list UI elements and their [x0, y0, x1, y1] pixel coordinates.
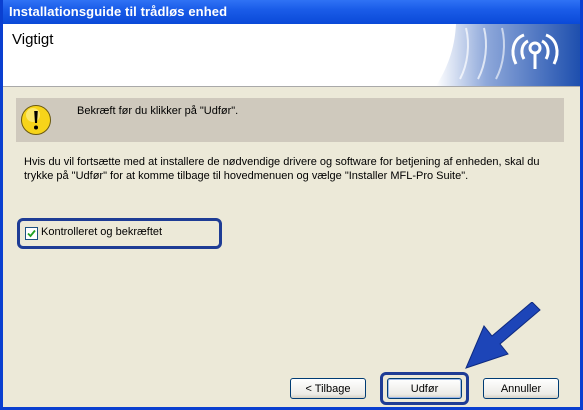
- back-button[interactable]: < Tilbage: [290, 378, 366, 399]
- wizard-header: Vigtigt: [3, 24, 580, 87]
- window-title: Installationsguide til trådløs enhed: [9, 4, 228, 19]
- checkmark-icon: [27, 229, 36, 238]
- notice-text: Bekræft før du klikker på "Udfør".: [77, 105, 239, 117]
- instruction-text: Hvis du vil fortsætte med at installere …: [24, 156, 540, 182]
- title-bar[interactable]: Installationsguide til trådløs enhed: [3, 0, 580, 24]
- arrow-pointer-icon: [465, 302, 541, 369]
- page-title: Vigtigt: [12, 31, 54, 48]
- finish-button[interactable]: Udfør: [387, 378, 462, 399]
- installation-wizard-window: Installationsguide til trådløs enhed Vig…: [0, 0, 583, 410]
- cancel-button[interactable]: Annuller: [483, 378, 559, 399]
- confirm-checkbox[interactable]: [25, 227, 38, 240]
- confirm-checkbox-label[interactable]: Kontrolleret og bekræftet: [41, 226, 162, 238]
- warning-icon: [20, 104, 52, 136]
- confirmation-notice: Bekræft før du klikker på "Udfør".: [16, 98, 564, 142]
- wireless-signal-icon: [400, 24, 580, 86]
